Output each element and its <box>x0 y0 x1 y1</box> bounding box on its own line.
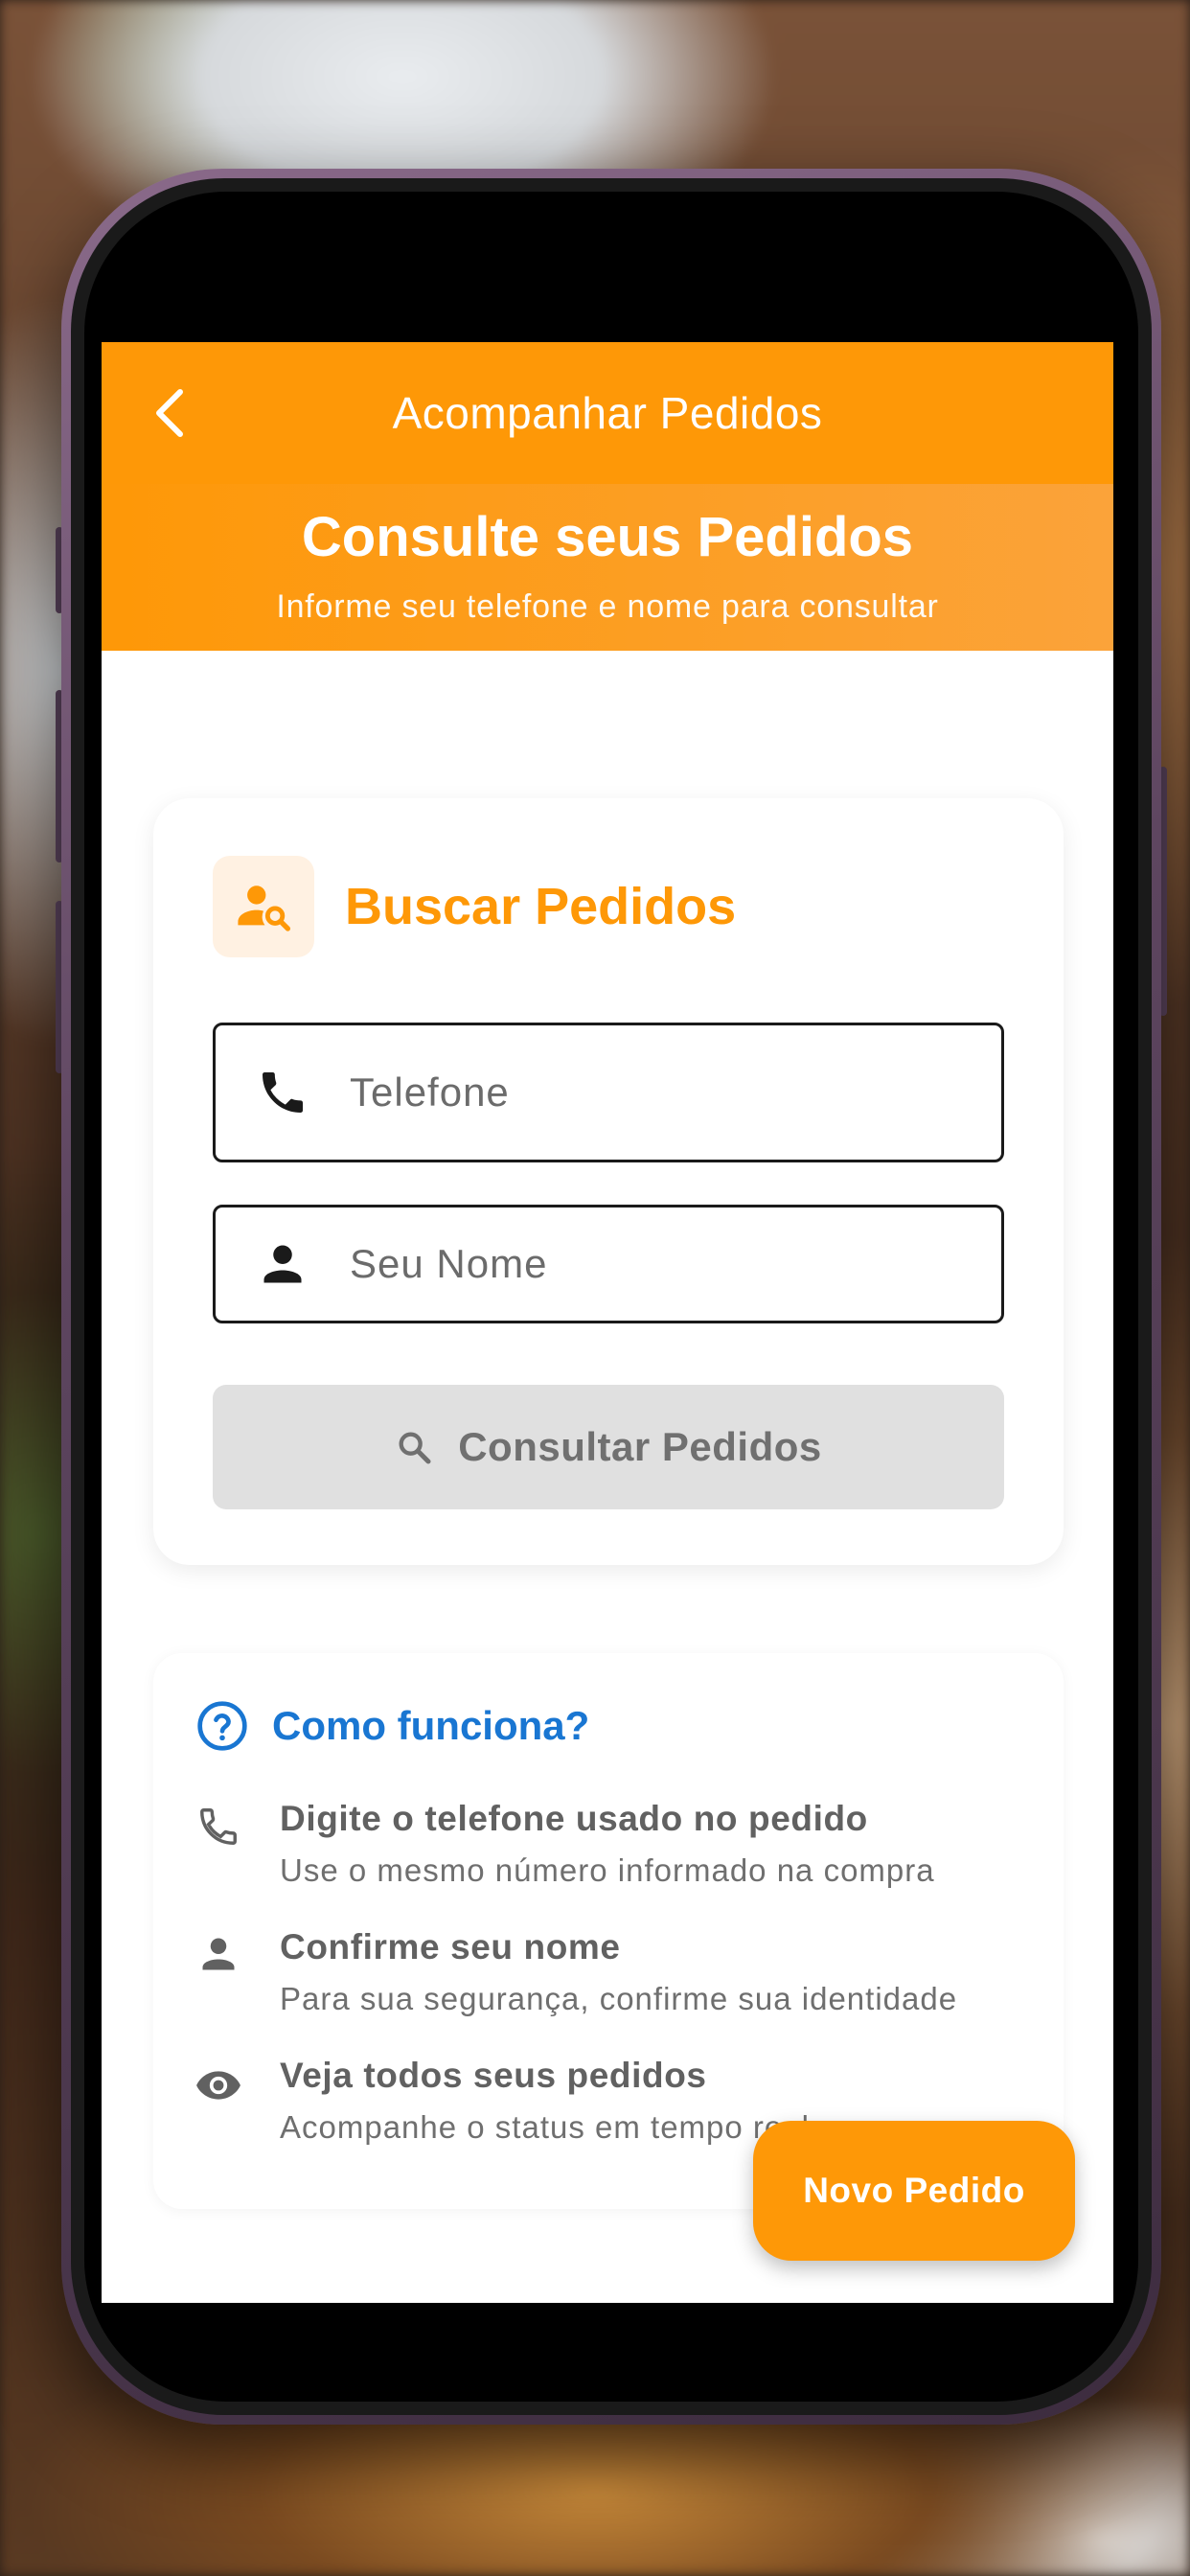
search-card-title: Buscar Pedidos <box>345 878 737 935</box>
phone-icon <box>192 1799 245 1889</box>
back-button[interactable] <box>148 389 194 437</box>
consult-orders-button[interactable]: Consultar Pedidos <box>213 1385 1004 1509</box>
eye-icon <box>192 2056 245 2146</box>
hero-title: Consulte seus Pedidos <box>301 506 914 568</box>
step-item: Confirme seu nome Para sua segurança, co… <box>192 1927 957 2017</box>
step-title: Confirme seu nome <box>280 1927 621 1966</box>
consult-orders-label: Consultar Pedidos <box>458 1424 822 1469</box>
step-description: Para sua segurança, confirme sua identid… <box>280 1981 958 2016</box>
name-field[interactable] <box>213 1205 1004 1323</box>
step-description: Acompanhe o status em tempo real <box>280 2109 810 2145</box>
phone-icon <box>216 1066 350 1119</box>
app-bar-title: Acompanhar Pedidos <box>392 388 823 438</box>
search-icon <box>395 1428 433 1466</box>
app-bar: Acompanhar Pedidos <box>102 342 1113 484</box>
help-circle-icon <box>197 1701 247 1751</box>
how-it-works-header: Como funciona? <box>195 1699 589 1753</box>
new-order-button[interactable]: Novo Pedido <box>753 2121 1075 2261</box>
step-item: Veja todos seus pedidos Acompanhe o stat… <box>192 2056 810 2146</box>
step-title: Veja todos seus pedidos <box>280 2056 707 2095</box>
step-title: Digite o telefone usado no pedido <box>280 1799 868 1838</box>
how-it-works-title: Como funciona? <box>272 1703 590 1748</box>
step-description: Use o mesmo número informado na compra <box>280 1852 935 1888</box>
step-item: Digite o telefone usado no pedido Use o … <box>192 1799 935 1889</box>
phone-input[interactable] <box>350 1070 1001 1116</box>
phone-field[interactable] <box>213 1023 1004 1162</box>
hero-subtitle: Informe seu telefone e nome para consult… <box>276 588 939 625</box>
person-icon <box>216 1239 350 1289</box>
person-icon <box>192 1927 245 2017</box>
name-input[interactable] <box>350 1241 1001 1287</box>
search-card-header: Buscar Pedidos <box>213 856 736 957</box>
hero-banner: Consulte seus Pedidos Informe seu telefo… <box>102 484 1113 651</box>
person-search-icon <box>213 856 314 957</box>
chevron-left-icon <box>156 389 183 437</box>
app-screen: Acompanhar Pedidos Consulte seus Pedidos… <box>102 342 1113 2303</box>
